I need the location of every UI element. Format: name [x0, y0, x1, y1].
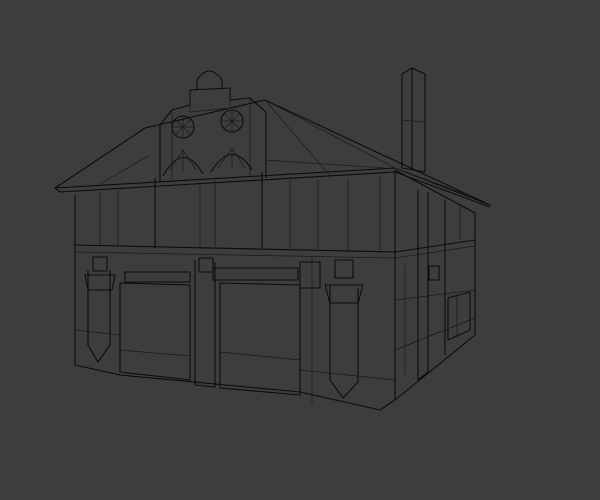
chimney — [401, 67, 426, 173]
3d-viewport[interactable] — [0, 0, 600, 500]
building-wireframe — [54, 67, 491, 411]
front-wall — [74, 170, 396, 411]
gable-facade — [154, 70, 267, 248]
right-wall — [394, 169, 476, 401]
